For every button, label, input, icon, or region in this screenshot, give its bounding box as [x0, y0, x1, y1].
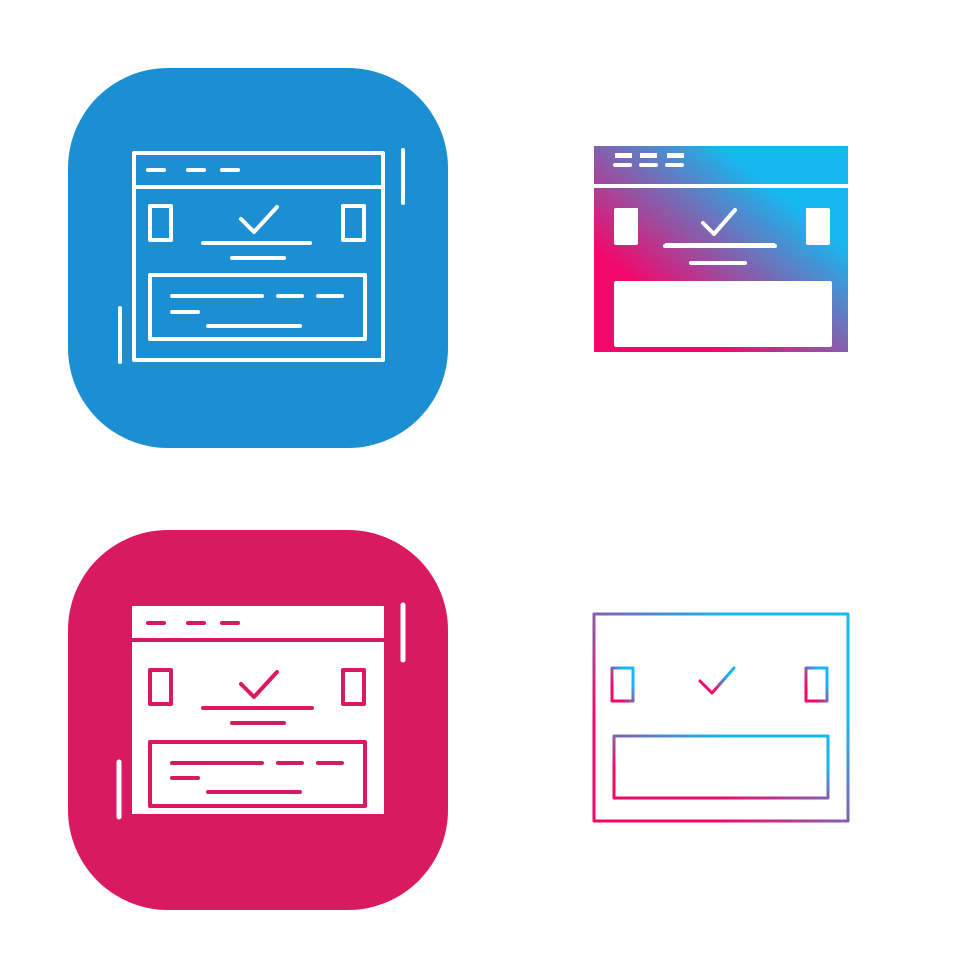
- message-box: [612, 734, 830, 800]
- browser-confirmation-icon-magenta-tile: [0, 490, 490, 980]
- side-panel-left: [614, 208, 638, 245]
- browser-confirmation-icon: [576, 612, 862, 824]
- browser-confirmation-icon-gradient-glyph: [490, 0, 980, 490]
- browser-confirmation-icon: [68, 530, 448, 910]
- browser-confirmation-icon: [575, 146, 869, 365]
- message-box: [614, 281, 832, 347]
- side-panel-left: [610, 666, 635, 703]
- browser-confirmation-icon-blue-tile: [0, 0, 490, 490]
- browser-confirmation-icon-gradient-line: [490, 490, 980, 980]
- browser-confirmation-icon: [68, 68, 448, 448]
- side-panel-right: [806, 208, 830, 245]
- side-panel-right: [804, 666, 829, 703]
- browser-window-glyph: [594, 146, 848, 352]
- check-mark-icon: [698, 666, 736, 695]
